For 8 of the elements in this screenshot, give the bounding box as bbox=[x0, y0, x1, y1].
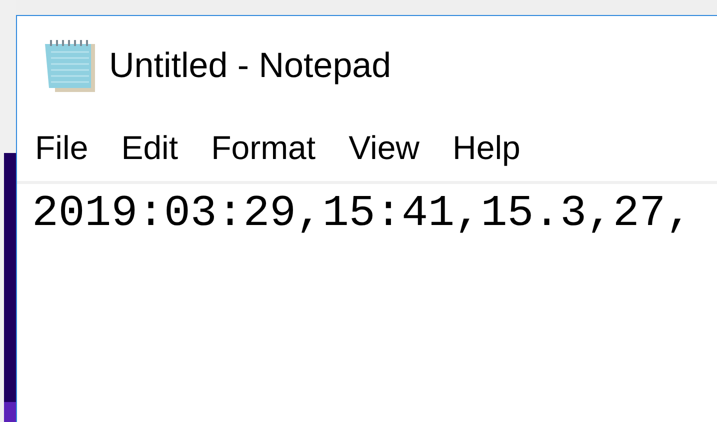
window-title: Untitled - Notepad bbox=[109, 46, 392, 86]
menu-item[interactable]: Edit bbox=[117, 125, 182, 171]
menu-item[interactable]: File bbox=[31, 125, 92, 171]
menu-item[interactable]: View bbox=[344, 125, 424, 171]
menu-item[interactable]: Format bbox=[207, 125, 320, 171]
editor-text: 2019:03:29,15:41,15.3,27, bbox=[32, 189, 692, 239]
menu-item[interactable]: Help bbox=[448, 125, 524, 171]
notepad-icon bbox=[43, 38, 97, 94]
